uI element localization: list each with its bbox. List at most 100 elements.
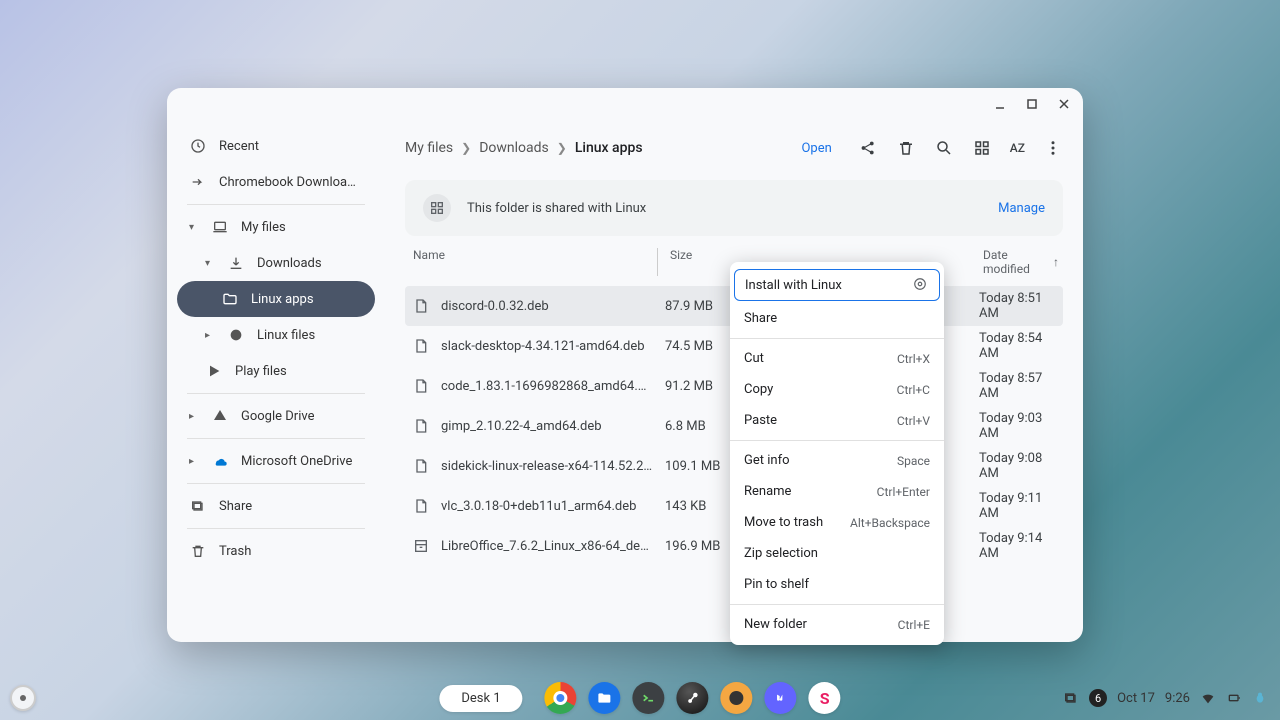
- open-button[interactable]: Open: [801, 141, 831, 156]
- notification-badge[interactable]: 6: [1089, 689, 1107, 707]
- sidebar-item-my-files[interactable]: ▾ My files: [177, 209, 375, 245]
- battery-icon[interactable]: [1226, 690, 1242, 706]
- shelf-time: 9:26: [1165, 691, 1190, 706]
- file-icon: [413, 498, 429, 514]
- minimize-button[interactable]: [991, 95, 1009, 113]
- breadcrumb-item-current[interactable]: Linux apps: [575, 140, 643, 156]
- cm-cut[interactable]: CutCtrl+X: [730, 343, 944, 374]
- file-icon: [413, 338, 429, 354]
- file-name: slack-desktop-4.34.121-amd64.deb: [441, 339, 645, 354]
- sidebar-item-onedrive[interactable]: ▸ Microsoft OneDrive: [177, 443, 375, 479]
- stack-icon[interactable]: [1063, 690, 1079, 706]
- cm-shortcut: Ctrl+Enter: [877, 485, 930, 499]
- sidebar-item-label: Downloads: [257, 256, 322, 271]
- breadcrumb-item[interactable]: My files: [405, 140, 453, 156]
- sidebar-item-linux-apps[interactable]: Linux apps: [177, 281, 375, 317]
- drive-icon: [211, 407, 229, 425]
- sort-up-icon: ↑: [1053, 255, 1059, 269]
- file-name: sidekick-linux-release-x64-114.52.2.3…: [441, 459, 653, 474]
- sidebar-item-share[interactable]: Share: [177, 488, 375, 524]
- shelf-center: Desk 1 S: [439, 682, 840, 714]
- sidebar-divider: [187, 438, 365, 439]
- shelf-status[interactable]: 6 Oct 17 9:26: [1063, 689, 1268, 707]
- cm-share[interactable]: Share: [730, 303, 944, 334]
- archive-icon: [413, 538, 429, 554]
- sidebar-item-linux-files[interactable]: ▸ Linux files: [177, 317, 375, 353]
- file-icon: [413, 458, 429, 474]
- cm-install-linux[interactable]: Install with Linux: [734, 269, 940, 301]
- file-date: Today 9:14 AM: [979, 531, 1063, 561]
- download-icon: [227, 254, 245, 272]
- clock-icon: [189, 137, 207, 155]
- column-date[interactable]: Date modified ↑: [983, 248, 1059, 276]
- app-icon-s[interactable]: S: [809, 682, 841, 714]
- file-name: vlc_3.0.18-0+deb11u1_arm64.deb: [441, 499, 636, 514]
- sidebar-item-label: Trash: [219, 544, 251, 559]
- banner-text: This folder is shared with Linux: [467, 201, 646, 216]
- shelf: Desk 1 S 6 Oct 17 9:26: [0, 676, 1280, 720]
- close-button[interactable]: [1055, 95, 1073, 113]
- file-icon: [413, 298, 429, 314]
- steam-icon[interactable]: [677, 682, 709, 714]
- share-button[interactable]: [858, 138, 878, 158]
- cm-new-folder[interactable]: New folderCtrl+E: [730, 609, 944, 640]
- cm-divider: [730, 440, 944, 441]
- folder-icon: [221, 290, 239, 308]
- mastodon-icon[interactable]: [765, 682, 797, 714]
- cm-get-info[interactable]: Get infoSpace: [730, 445, 944, 476]
- chevron-down-icon: ▾: [189, 222, 199, 233]
- cm-shortcut: Ctrl+V: [897, 414, 930, 428]
- context-menu: Install with Linux Share CutCtrl+X CopyC…: [730, 262, 944, 645]
- bug-icon[interactable]: [1252, 690, 1268, 706]
- play-icon: [205, 362, 223, 380]
- sidebar-item-label: Google Drive: [241, 409, 314, 424]
- chevron-right-icon: ▸: [189, 411, 199, 422]
- breadcrumb-item[interactable]: Downloads: [479, 140, 549, 156]
- cm-zip[interactable]: Zip selection: [730, 538, 944, 569]
- search-button[interactable]: [934, 138, 954, 158]
- app-icon-orange[interactable]: [721, 682, 753, 714]
- sidebar-divider: [187, 393, 365, 394]
- sidebar-item-chromebook-downloads[interactable]: Chromebook Downloa…: [177, 164, 375, 200]
- toolbar: My files ❯ Downloads ❯ Linux apps Open A…: [405, 124, 1063, 172]
- sidebar-item-recent[interactable]: Recent: [177, 128, 375, 164]
- cm-divider: [730, 604, 944, 605]
- sidebar-item-label: Linux apps: [251, 292, 314, 307]
- file-icon: [413, 418, 429, 434]
- sidebar-item-google-drive[interactable]: ▸ Google Drive: [177, 398, 375, 434]
- file-date: Today 9:11 AM: [979, 491, 1063, 521]
- file-date: Today 9:08 AM: [979, 451, 1063, 481]
- sidebar-item-play-files[interactable]: Play files: [177, 353, 375, 389]
- wifi-icon[interactable]: [1200, 690, 1216, 706]
- files-icon[interactable]: [589, 682, 621, 714]
- cm-move-trash[interactable]: Move to trashAlt+Backspace: [730, 507, 944, 538]
- cm-shortcut: Ctrl+E: [898, 618, 930, 632]
- file-date: Today 8:54 AM: [979, 331, 1063, 361]
- linux-share-icon: [423, 194, 451, 222]
- sidebar-item-label: Microsoft OneDrive: [241, 454, 352, 469]
- manage-button[interactable]: Manage: [998, 201, 1045, 216]
- view-grid-button[interactable]: [972, 138, 992, 158]
- file-date: Today 9:03 AM: [979, 411, 1063, 441]
- sidebar-item-trash[interactable]: Trash: [177, 533, 375, 569]
- chrome-icon[interactable]: [545, 682, 577, 714]
- terminal-icon[interactable]: [633, 682, 665, 714]
- sort-button[interactable]: AZ: [1010, 141, 1025, 155]
- file-name: gimp_2.10.22-4_amd64.deb: [441, 419, 602, 434]
- chevron-right-icon: ❯: [461, 141, 471, 155]
- cm-copy[interactable]: CopyCtrl+C: [730, 374, 944, 405]
- cm-pin[interactable]: Pin to shelf: [730, 569, 944, 600]
- sidebar-item-downloads[interactable]: ▾ Downloads: [177, 245, 375, 281]
- cm-rename[interactable]: RenameCtrl+Enter: [730, 476, 944, 507]
- delete-button[interactable]: [896, 138, 916, 158]
- file-name: code_1.83.1-1696982868_amd64.deb: [441, 379, 653, 394]
- desk-button[interactable]: Desk 1: [439, 685, 522, 712]
- cm-paste[interactable]: PasteCtrl+V: [730, 405, 944, 436]
- column-name[interactable]: Name: [409, 248, 657, 276]
- chevron-right-icon: ▸: [189, 456, 199, 467]
- launcher-button[interactable]: [10, 685, 36, 711]
- trash-icon: [189, 542, 207, 560]
- more-button[interactable]: [1043, 138, 1063, 158]
- onedrive-icon: [211, 452, 229, 470]
- maximize-button[interactable]: [1023, 95, 1041, 113]
